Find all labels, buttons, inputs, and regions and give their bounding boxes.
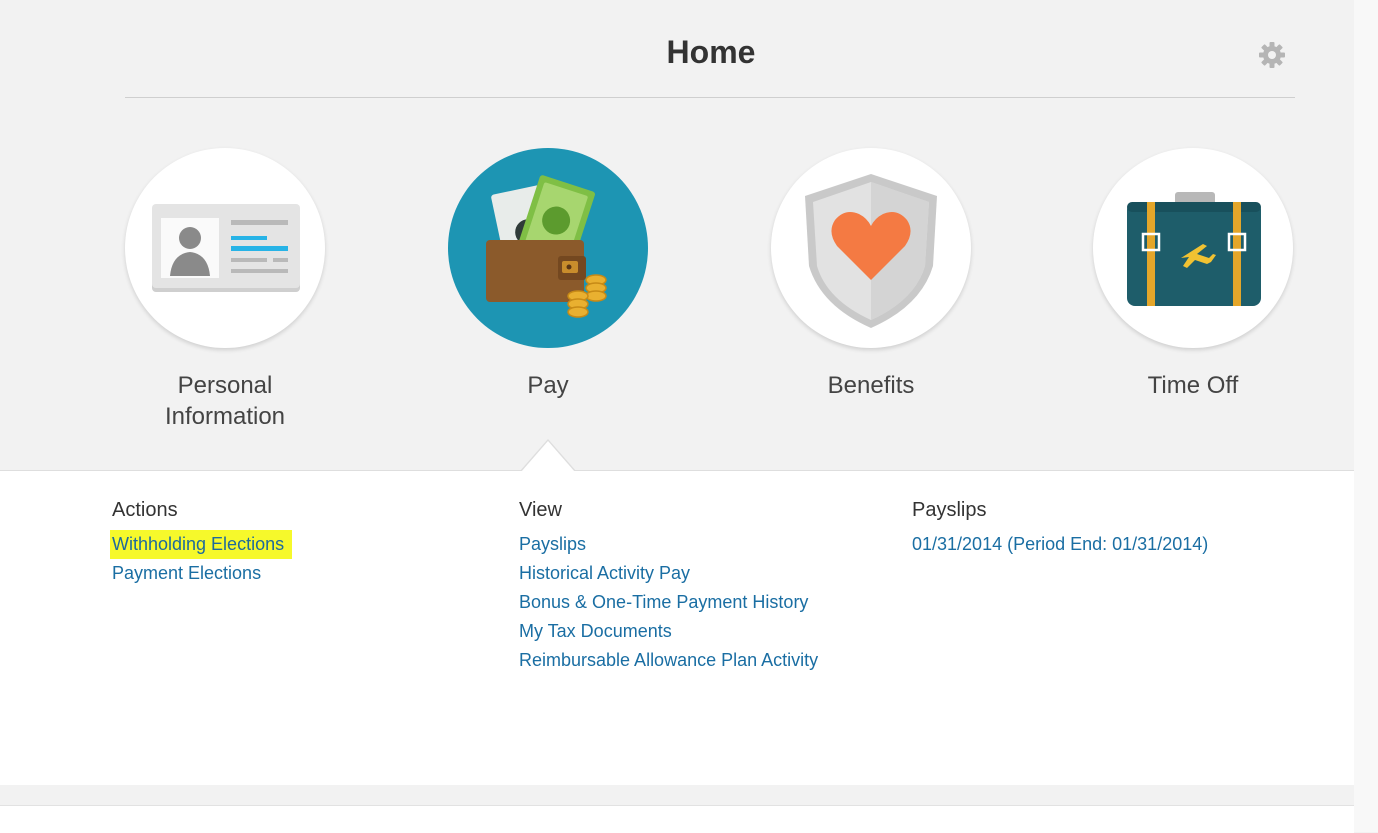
worklet-benefits[interactable]: Benefits: [751, 148, 991, 401]
my-tax-documents-link[interactable]: My Tax Documents: [519, 617, 818, 646]
withholding-elections-link[interactable]: Withholding Elections: [110, 530, 293, 559]
worklet-time-off[interactable]: Time Off: [1073, 148, 1313, 401]
personal-information-tile-circle[interactable]: [125, 148, 325, 348]
panel-pointer-fill: [521, 441, 575, 472]
pay-label: Pay: [527, 372, 569, 399]
pay-details-panel: Actions Withholding Elections Payment El…: [0, 470, 1354, 785]
time-off-label: Time Off: [1147, 372, 1239, 399]
worklet-personal-information[interactable]: Personal Information: [105, 148, 345, 432]
next-section-panel: [0, 805, 1354, 833]
actions-heading: Actions: [112, 499, 178, 521]
actions-column: Actions Withholding Elections Payment El…: [110, 499, 293, 588]
time-off-tile-circle[interactable]: [1093, 148, 1293, 348]
reimbursable-allowance-plan-activity-link[interactable]: Reimbursable Allowance Plan Activity: [519, 646, 818, 675]
benefits-tile-circle[interactable]: [771, 148, 971, 348]
suitcase-icon: [1127, 192, 1261, 306]
personal-information-label: Personal Information: [164, 372, 286, 430]
payslip-entry-link[interactable]: 01/31/2014 (Period End: 01/31/2014): [912, 530, 1208, 559]
shield-heart-icon: [805, 174, 937, 328]
scrollbar-track[interactable]: [1354, 0, 1378, 832]
payslips-link[interactable]: Payslips: [519, 530, 818, 559]
payslips-heading: Payslips: [912, 499, 987, 521]
payment-elections-link[interactable]: Payment Elections: [112, 559, 292, 588]
view-heading: View: [519, 499, 562, 521]
page-title: Home: [666, 34, 756, 70]
gear-icon[interactable]: [1257, 40, 1287, 70]
historical-activity-pay-link[interactable]: Historical Activity Pay: [519, 559, 818, 588]
wallet-icon: [486, 175, 607, 318]
pay-tile-circle[interactable]: [448, 148, 648, 348]
view-column: View Payslips Historical Activity Pay Bo…: [519, 499, 818, 675]
id-card-icon: [152, 204, 300, 292]
page-header: Home: [125, 0, 1295, 98]
bonus-one-time-payment-history-link[interactable]: Bonus & One-Time Payment History: [519, 588, 818, 617]
worklet-pay[interactable]: Pay: [428, 148, 668, 401]
payslips-column: Payslips 01/31/2014 (Period End: 01/31/2…: [912, 499, 1208, 559]
benefits-label: Benefits: [827, 372, 915, 399]
